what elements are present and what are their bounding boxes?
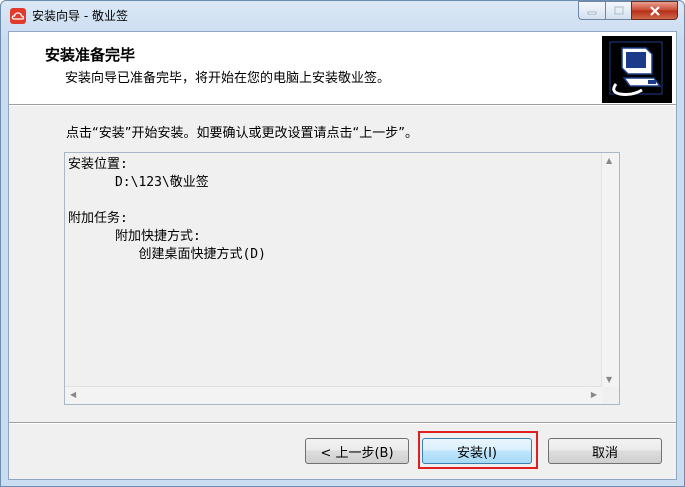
wizard-header: 安装准备完毕 安装向导已准备完毕，将开始在您的电脑上安装敬业签。: [9, 32, 676, 105]
scroll-left-icon[interactable]: ◀: [70, 390, 76, 399]
summary-text: 安装位置: D:\123\敬业签 附加任务: 附加快捷方式: 创建桌面快捷方式(…: [68, 156, 266, 264]
page-subtitle: 安装向导已准备完毕，将开始在您的电脑上安装敬业签。: [65, 71, 391, 86]
instructions-text: 点击“安装”开始安装。如要确认或更改设置请点击“上一步”。: [66, 126, 418, 141]
scrollbar-corner: [602, 387, 619, 404]
back-button[interactable]: < 上一步(B): [305, 438, 409, 464]
wizard-client-area: 安装准备完毕 安装向导已准备完毕，将开始在您的电脑上安装敬业签。 点击“安装”开…: [8, 31, 677, 480]
header-divider: [9, 105, 676, 106]
scroll-right-icon[interactable]: ▶: [591, 390, 597, 399]
tasks-item: 创建桌面快捷方式(D): [68, 247, 266, 262]
cancel-button[interactable]: 取消: [548, 438, 662, 464]
horizontal-scrollbar[interactable]: ◀ ▶: [65, 386, 602, 404]
caption-buttons: [578, 1, 678, 21]
title-bar[interactable]: 安装向导 - 敬业签: [1, 1, 684, 31]
location-value: D:\123\敬业签: [68, 175, 209, 190]
tasks-group: 附加快捷方式:: [68, 229, 201, 244]
installer-window: 安装向导 - 敬业签 安装准备完毕 安装向导已准备完毕，将开始在您的电脑上安装敬…: [0, 0, 685, 487]
vertical-scrollbar[interactable]: ▲ ▼: [601, 153, 619, 387]
scroll-up-icon[interactable]: ▲: [606, 156, 612, 165]
page-title: 安装准备完毕: [45, 46, 136, 64]
maximize-button[interactable]: [605, 1, 631, 20]
footer-divider-highlight: [9, 423, 676, 424]
close-icon: [649, 5, 660, 16]
install-highlight-box: [418, 431, 538, 469]
window-title: 安装向导 - 敬业签: [32, 9, 128, 23]
scroll-down-icon[interactable]: ▼: [606, 375, 612, 384]
computer-install-icon: [602, 36, 672, 103]
summary-memo[interactable]: 安装位置: D:\123\敬业签 附加任务: 附加快捷方式: 创建桌面快捷方式(…: [64, 152, 620, 405]
close-button[interactable]: [631, 1, 678, 20]
cloud-app-icon: [10, 8, 26, 24]
minimize-icon: [587, 11, 597, 14]
tasks-label: 附加任务:: [68, 211, 128, 226]
maximize-icon: [613, 6, 624, 15]
location-label: 安装位置:: [68, 157, 128, 172]
minimize-button[interactable]: [578, 1, 605, 20]
